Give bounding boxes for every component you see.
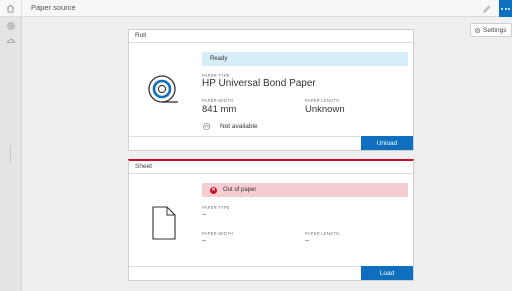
settings-button[interactable]: Settings: [470, 23, 512, 37]
roll-card-title: Roll: [129, 30, 413, 43]
home-button[interactable]: [0, 0, 22, 17]
roll-availability: Not available: [220, 123, 258, 130]
pen-icon: [483, 5, 491, 13]
roll-card: Roll Ready PAPER TYPE HP Universal Bond …: [128, 29, 414, 151]
sheet-paper-type-label: PAPER TYPE: [202, 205, 230, 210]
roll-status-text: Ready: [210, 56, 228, 62]
error-icon: ✕: [210, 186, 217, 194]
roll-card-footer: Unload: [129, 136, 413, 150]
roll-paper-length: Unknown: [305, 104, 345, 115]
top-bar: Paper source: [0, 0, 512, 17]
sheet-status-banner: ✕ Out of paper: [202, 183, 408, 197]
gear-icon[interactable]: [6, 21, 16, 31]
sheet-status-text: Out of paper: [223, 187, 257, 193]
roll-icon: [148, 75, 178, 103]
sidebar: [0, 17, 22, 291]
more-options-button[interactable]: [499, 0, 512, 17]
sheet-paper-width-label: PAPER WIDTH: [202, 231, 233, 236]
sheet-card: Sheet ✕ Out of paper PAPER TYPE -- PAPER…: [128, 159, 414, 281]
sheet-card-title: Sheet: [129, 161, 413, 174]
roll-paper-width: 841 mm: [202, 104, 237, 115]
sheet-icon: [152, 206, 176, 240]
unload-button[interactable]: Unload: [361, 136, 413, 150]
sheet-paper-length-label: PAPER LENGTH: [305, 231, 340, 236]
sheet-paper-type: --: [202, 211, 207, 218]
settings-label: Settings: [483, 26, 507, 34]
sheet-card-footer: Load: [129, 266, 413, 280]
clouds-icon[interactable]: [6, 36, 16, 46]
page-title: Paper source: [31, 3, 76, 12]
roll-paper-width-label: PAPER WIDTH: [202, 98, 233, 103]
load-button[interactable]: Load: [361, 266, 413, 280]
clouds-icon: [202, 122, 211, 131]
roll-paper-type: HP Universal Bond Paper: [202, 78, 316, 89]
sidebar-resize-handle[interactable]: [10, 145, 11, 163]
more-icon: [501, 7, 510, 10]
edit-button[interactable]: [478, 0, 495, 17]
home-icon: [6, 4, 15, 13]
sheet-paper-length: --: [305, 237, 310, 244]
sheet-paper-width: --: [202, 237, 207, 244]
gear-icon: [474, 27, 481, 33]
roll-paper-length-label: PAPER LENGTH: [305, 98, 340, 103]
roll-status-banner: Ready: [202, 52, 408, 66]
